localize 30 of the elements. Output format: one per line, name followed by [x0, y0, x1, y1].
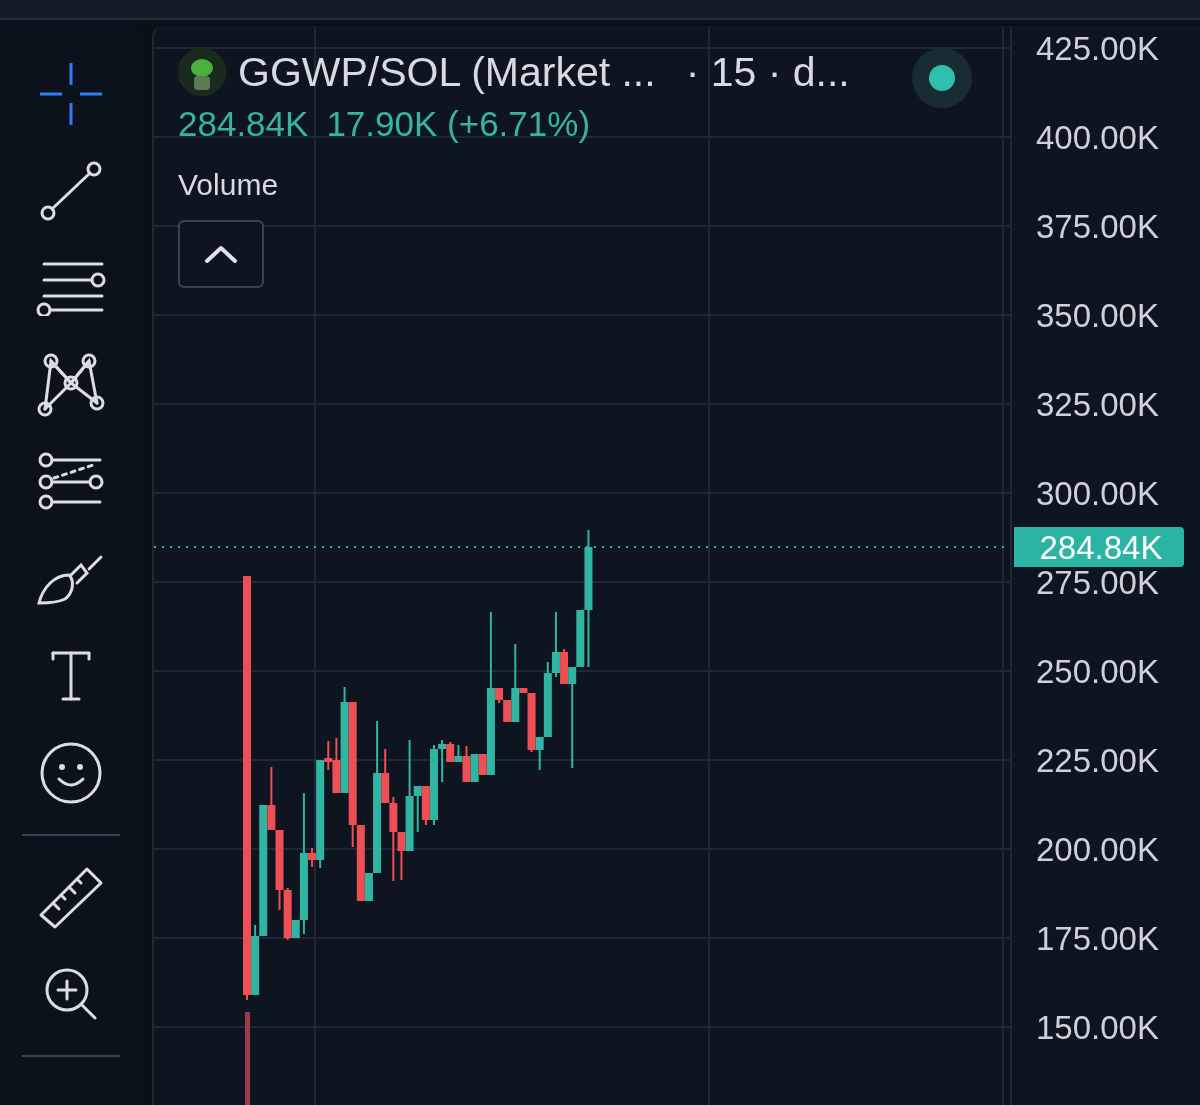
price-label: 425.00K [1036, 32, 1159, 65]
collapse-button[interactable] [178, 220, 264, 288]
text-icon [49, 649, 93, 703]
price-label: 150.00K [1036, 1011, 1159, 1044]
price-label: 400.00K [1036, 121, 1159, 154]
zoom-in-icon [43, 966, 99, 1022]
price-label: 350.00K [1036, 299, 1159, 332]
current-price-tag: 284.84K [1014, 527, 1184, 567]
smiley-icon [39, 741, 103, 805]
indicator-label: Volume [178, 168, 279, 202]
price-label: 325.00K [1036, 388, 1159, 421]
token-logo-icon [178, 48, 226, 96]
price-label: 375.00K [1036, 210, 1159, 243]
chevron-up-icon [204, 244, 238, 264]
fibonacci-lines-icon [38, 452, 104, 512]
parallel-lines-icon [36, 260, 106, 316]
price-label: 225.00K [1036, 744, 1159, 777]
crosshair-icon [38, 61, 104, 127]
price-change: 17.90K (+6.71%) [326, 104, 591, 144]
pattern-points-icon [37, 353, 105, 417]
price-label: 200.00K [1036, 833, 1159, 866]
interval-label: · 15 · d... [685, 48, 850, 96]
symbol-title: GGWP/SOL (Market ... [238, 48, 656, 96]
last-price: 284.84K [178, 104, 309, 144]
trend-line-icon [38, 161, 104, 221]
price-label: 300.00K [1036, 477, 1159, 510]
price-label: 250.00K [1036, 655, 1159, 688]
candlestick [470, 753, 479, 783]
price-label: 175.00K [1036, 922, 1159, 955]
price-label: 275.00K [1036, 566, 1159, 599]
